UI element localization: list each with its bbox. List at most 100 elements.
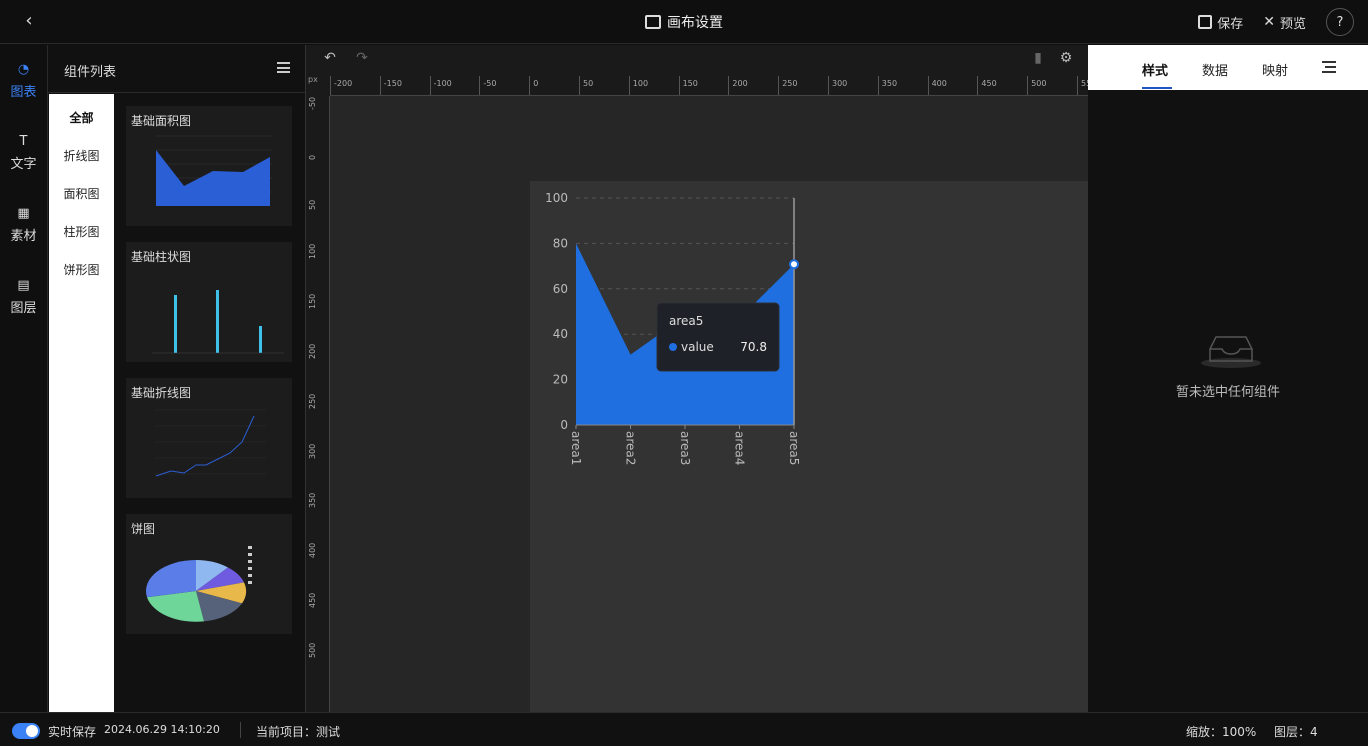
vertical-ruler[interactable]: -50 0 50 100 150 200 250 300 350 400 450 500: [306, 96, 330, 712]
ruler-tick-label: 500: [308, 642, 317, 658]
status-bar: 实时保存 2024.06.29 14:10:20 当前项目：测试 缩放：100%…: [0, 712, 1368, 746]
rail-item-charts[interactable]: ◔ 图表: [0, 62, 47, 101]
ruler-tick: [678, 76, 680, 95]
rail-item-label: 图表: [10, 85, 37, 100]
canvas-screen[interactable]: 0 20 40 60 80 100 area1 area2 area3 area4 area5 are…: [530, 181, 1089, 712]
ruler-tick-label: 400: [931, 79, 947, 88]
x-tick-label: area2: [624, 431, 638, 465]
rail-item-label: 文字: [10, 157, 37, 172]
right-panel: 样式 数据 映射 暂未选中任何组件: [1088, 45, 1368, 712]
canvas-area: ↶ ↷ ▮ ⚙ px -200 -150 -100 -50 0 50 100 150 200 25…: [305, 45, 1089, 712]
category-bar[interactable]: 柱形图: [49, 223, 114, 240]
card-title: 基础面积图: [131, 114, 192, 128]
ruler-tick-label: 50: [308, 199, 317, 210]
y-tick-label: 20: [553, 373, 568, 387]
y-tick-label: 0: [560, 418, 568, 432]
category-area[interactable]: 面积图: [49, 185, 114, 202]
card-title: 饼图: [131, 522, 156, 536]
hover-point: [789, 259, 799, 270]
canvas-toolbar: ↶ ↷ ▮ ⚙: [306, 45, 1089, 72]
delete-icon[interactable]: ▮: [1030, 50, 1046, 66]
redo-icon[interactable]: ↷: [354, 50, 370, 66]
category-all[interactable]: 全部: [49, 109, 114, 126]
panel-header: 组件列表: [48, 45, 306, 93]
rail-item-assets[interactable]: ▦ 素材: [0, 207, 47, 245]
card-basic-area[interactable]: 基础面积图: [126, 106, 292, 226]
preview-icon: ✕: [1263, 14, 1275, 30]
pie-chart-icon: ◔: [17, 62, 30, 77]
undo-icon[interactable]: ↶: [322, 50, 338, 66]
ruler-tick: [628, 76, 630, 95]
rail-item-layers[interactable]: ▤ 图层: [0, 279, 47, 317]
page-title: 画布设置: [0, 0, 1368, 44]
empty-state-text: 暂未选中任何组件: [1175, 385, 1280, 400]
ruler-tick-label: -100: [433, 79, 452, 88]
tooltip-series-marker: [669, 343, 677, 351]
rail-item-text[interactable]: T 文字: [0, 135, 47, 173]
ruler-tick-label: 0: [308, 154, 317, 160]
ruler-tick-label: 200: [308, 343, 317, 359]
ruler-tick-label: -150: [383, 79, 402, 88]
tab-data[interactable]: 数据: [1202, 60, 1228, 79]
ruler-tick: [877, 76, 879, 95]
card-title: 基础柱状图: [131, 250, 192, 264]
ruler-tick-label: 450: [308, 592, 317, 608]
settings-icon[interactable]: ⚙: [1058, 50, 1074, 66]
card-basic-bar[interactable]: 基础柱状图: [126, 242, 292, 362]
category-pie[interactable]: 饼形图: [49, 261, 114, 278]
ruler-tick: [529, 76, 531, 95]
ruler-tick-label: 350: [308, 493, 317, 509]
help-icon[interactable]: ?: [1326, 8, 1354, 36]
ruler-tick-label: 0: [533, 79, 539, 88]
preview-label: 预览: [1279, 16, 1306, 32]
y-tick-label: 40: [553, 327, 568, 341]
ruler-tick-label: 150: [682, 79, 698, 88]
horizontal-ruler[interactable]: -200 -150 -100 -50 0 50 100 150 200 250 300 350 400 4…: [330, 72, 1089, 96]
ruler-tick: [778, 76, 780, 95]
ruler-tick-label: 200: [732, 79, 748, 88]
status-divider: [240, 722, 241, 738]
top-bar: ‹ 画布设置 保存 ✕ 预览 ?: [0, 0, 1368, 44]
card-title: 基础折线图: [131, 386, 192, 400]
card-pie[interactable]: 饼图: [126, 514, 292, 634]
ruler-tick-label: 400: [308, 542, 317, 559]
ruler-corner: px: [306, 72, 330, 96]
ruler-tick-label: 100: [308, 244, 317, 260]
card-basic-line[interactable]: 基础折线图: [126, 378, 292, 498]
layer-count: 图层：4: [1274, 725, 1318, 739]
ruler-tick-label: 250: [308, 393, 317, 409]
ruler-tick: [579, 76, 580, 95]
ruler-tick-label: 150: [308, 293, 317, 310]
ruler-tick-label: 450: [981, 79, 997, 88]
x-tick-label: area5: [787, 431, 801, 465]
component-panel: 组件列表 全部 折线图 面积图 柱形图 饼形图 基础面积图 基础柱状图 基础折线…: [47, 45, 306, 712]
preview-button[interactable]: ✕ 预览: [1263, 13, 1306, 32]
save-label: 保存: [1217, 16, 1244, 32]
autosave-toggle[interactable]: [12, 723, 40, 739]
ruler-tick: [479, 76, 481, 95]
category-line[interactable]: 折线图: [49, 147, 114, 164]
ruler-tick: [828, 76, 829, 95]
autosave-time: 2024.06.29 14:10:20: [104, 723, 220, 736]
ruler-tick: [1027, 76, 1029, 95]
autosave-label: 实时保存: [48, 725, 97, 739]
tooltip-series-label: value: [681, 340, 714, 354]
canvas-icon: [645, 15, 661, 29]
ruler-tick: [977, 76, 979, 95]
save-button[interactable]: 保存: [1198, 13, 1243, 32]
y-tick-label: 80: [553, 236, 568, 250]
ruler-tick: [1077, 76, 1078, 95]
ruler-tick: [927, 76, 929, 95]
collapse-panel-icon[interactable]: [1322, 61, 1336, 73]
area-chart[interactable]: 0 20 40 60 80 100 area1 area2 area3 area4 area5 are…: [530, 181, 1089, 712]
tab-style[interactable]: 样式: [1142, 60, 1168, 79]
panel-menu-icon[interactable]: [277, 62, 290, 73]
ruler-tick: [728, 76, 730, 95]
ruler-tick-label: 500: [1031, 79, 1047, 88]
ruler-tick: [330, 76, 331, 95]
ruler-tick-label: -200: [334, 79, 353, 88]
current-project: 当前项目：测试: [256, 725, 341, 739]
ruler-tick: [379, 76, 381, 95]
rail-item-label: 图层: [10, 301, 37, 316]
tab-mapping[interactable]: 映射: [1262, 60, 1288, 79]
